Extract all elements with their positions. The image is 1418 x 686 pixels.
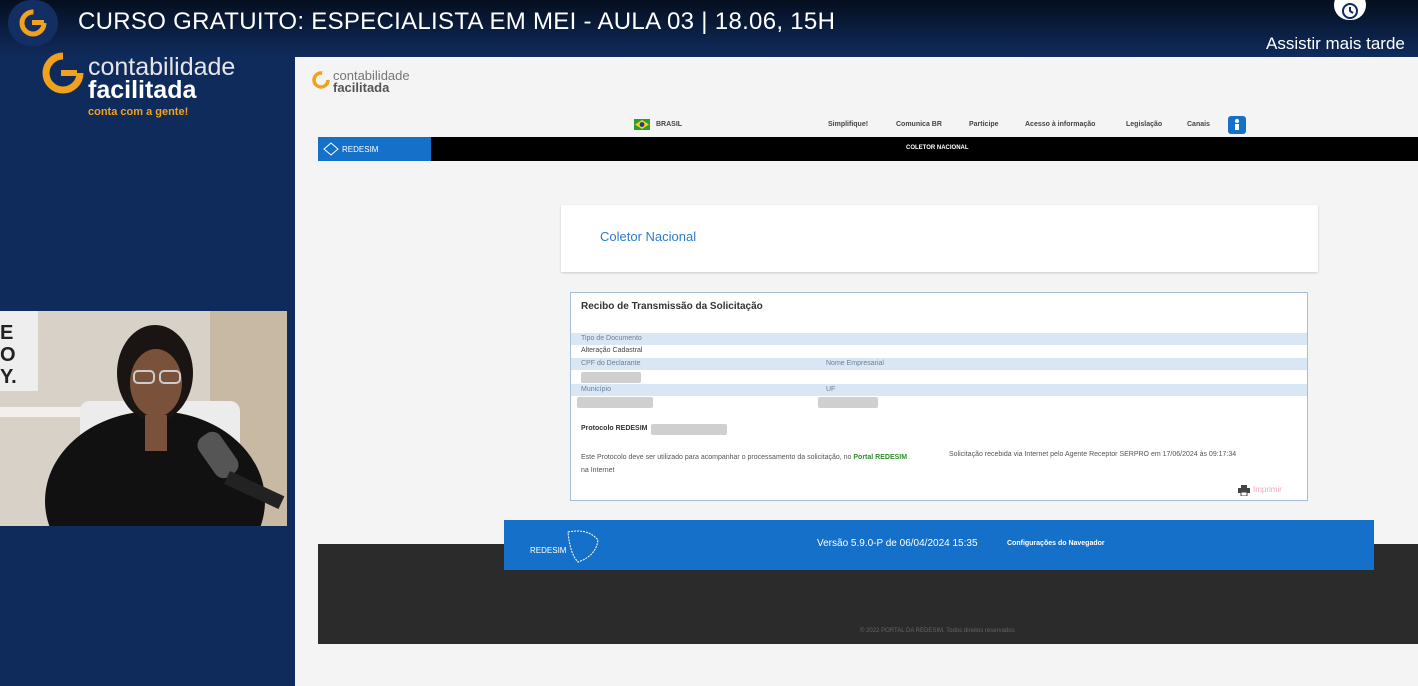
gov-br-bar: BRASIL Simplifique! Comunica BR Particip… bbox=[318, 114, 1418, 136]
protocolo-label: Protocolo REDESIM bbox=[581, 425, 648, 432]
versao-text: Versão 5.9.0-P de 06/04/2024 15:35 bbox=[817, 538, 978, 549]
video-top-bar: CURSO GRATUITO: ESPECIALISTA EM MEI - AU… bbox=[0, 0, 1418, 56]
page-title: Coletor Nacional bbox=[600, 229, 697, 244]
share-logo-icon bbox=[312, 71, 330, 89]
config-navegador-link[interactable]: Configurações do Navegador bbox=[1007, 540, 1105, 547]
print-icon[interactable] bbox=[1238, 485, 1250, 496]
brand-line2: facilitada bbox=[88, 76, 197, 104]
svg-text:E: E bbox=[0, 322, 13, 344]
redesim-tab-label: REDESIM bbox=[342, 144, 379, 154]
gov-link-legislacao[interactable]: Legislação bbox=[1126, 121, 1162, 128]
municipio-label: Município bbox=[581, 386, 611, 393]
gov-link-simplifique[interactable]: Simplifique! bbox=[828, 121, 868, 128]
brand-logo: contabilidade facilitada conta com a gen… bbox=[42, 52, 235, 118]
video-title[interactable]: CURSO GRATUITO: ESPECIALISTA EM MEI - AU… bbox=[78, 8, 835, 36]
presenter-webcam: E O Y. bbox=[0, 311, 287, 526]
presenter-image: E O Y. bbox=[0, 311, 287, 526]
recibo-heading: Recibo de Transmissão da Solicitação bbox=[581, 301, 763, 312]
contabilidade-facilitada-logo-icon bbox=[42, 52, 84, 94]
channel-avatar[interactable] bbox=[8, 0, 58, 46]
portal-redesim-link[interactable]: Portal REDESIM bbox=[853, 454, 907, 461]
protocolo-info: Este Protocolo deve ser utilizado para a… bbox=[581, 451, 911, 477]
municipio-value-redacted bbox=[577, 397, 653, 408]
row-municipio-label: Município UF bbox=[571, 384, 1307, 396]
gov-country: BRASIL bbox=[656, 121, 683, 128]
uf-value-redacted bbox=[818, 397, 878, 408]
gov-link-comunica[interactable]: Comunica BR bbox=[896, 121, 942, 128]
nome-label: Nome Empresarial bbox=[826, 360, 884, 367]
brand-tagline: conta com a gente! bbox=[88, 106, 189, 118]
screen-share: contabilidade facilitada BRASIL Simplifi… bbox=[295, 57, 1418, 686]
watch-later-label[interactable]: Assistir mais tarde bbox=[1266, 34, 1405, 54]
redesim-header: REDESIM COLETOR NACIONAL bbox=[318, 137, 1418, 161]
redesim-footer-logo-icon: REDESIM bbox=[530, 530, 599, 563]
page-title-card: Coletor Nacional bbox=[561, 205, 1318, 272]
row-tipo-value: Alteração Cadastral bbox=[571, 345, 1307, 357]
recibo-panel: Recibo de Transmissão da Solicitação Tip… bbox=[570, 292, 1308, 501]
watch-later-button[interactable] bbox=[1334, 0, 1366, 20]
info-text-post: na Internet bbox=[581, 467, 615, 474]
gov-link-canais[interactable]: Canais bbox=[1187, 121, 1210, 128]
recebimento-info: Solicitação recebida via Internet pelo A… bbox=[949, 451, 1237, 458]
accessibility-icon[interactable] bbox=[1228, 116, 1246, 134]
protocolo-value-redacted bbox=[651, 424, 727, 435]
coletor-nacional-header: COLETOR NACIONAL bbox=[906, 145, 969, 151]
tipo-label: Tipo de Documento bbox=[581, 335, 642, 342]
redesim-tab[interactable]: REDESIM bbox=[318, 137, 431, 161]
redesim-logo-icon bbox=[323, 142, 339, 156]
tipo-value: Alteração Cadastral bbox=[581, 347, 643, 354]
cpf-value-redacted bbox=[581, 372, 641, 383]
copyright-text: © 2022 PORTAL DA REDESIM. Todos direitos… bbox=[860, 628, 1015, 634]
svg-text:REDESIM: REDESIM bbox=[530, 546, 567, 555]
svg-text:O: O bbox=[0, 344, 16, 366]
share-brand-logo: contabilidade facilitada bbox=[311, 68, 410, 95]
clock-icon bbox=[1342, 3, 1358, 19]
redesim-footer: REDESIM Versão 5.9.0-P de 06/04/2024 15:… bbox=[504, 520, 1374, 570]
gov-link-acesso[interactable]: Acesso à informação bbox=[1025, 121, 1095, 128]
cpf-label: CPF do Declarante bbox=[581, 360, 641, 367]
channel-logo-icon bbox=[19, 9, 47, 37]
info-text-pre: Este Protocolo deve ser utilizado para a… bbox=[581, 454, 852, 461]
share-logo-line2: facilitada bbox=[333, 80, 390, 95]
row-tipo-label: Tipo de Documento bbox=[571, 333, 1307, 345]
svg-text:Y.: Y. bbox=[0, 366, 17, 388]
brazil-flag-icon bbox=[634, 119, 650, 130]
gov-link-participe[interactable]: Participe bbox=[969, 121, 999, 128]
imprimir-link[interactable]: Imprimir bbox=[1253, 485, 1282, 494]
video-player[interactable]: contabilidade facilitada conta com a gen… bbox=[0, 0, 1418, 686]
row-cpf-label: CPF do Declarante Nome Empresarial bbox=[571, 358, 1307, 370]
uf-label: UF bbox=[826, 386, 836, 393]
